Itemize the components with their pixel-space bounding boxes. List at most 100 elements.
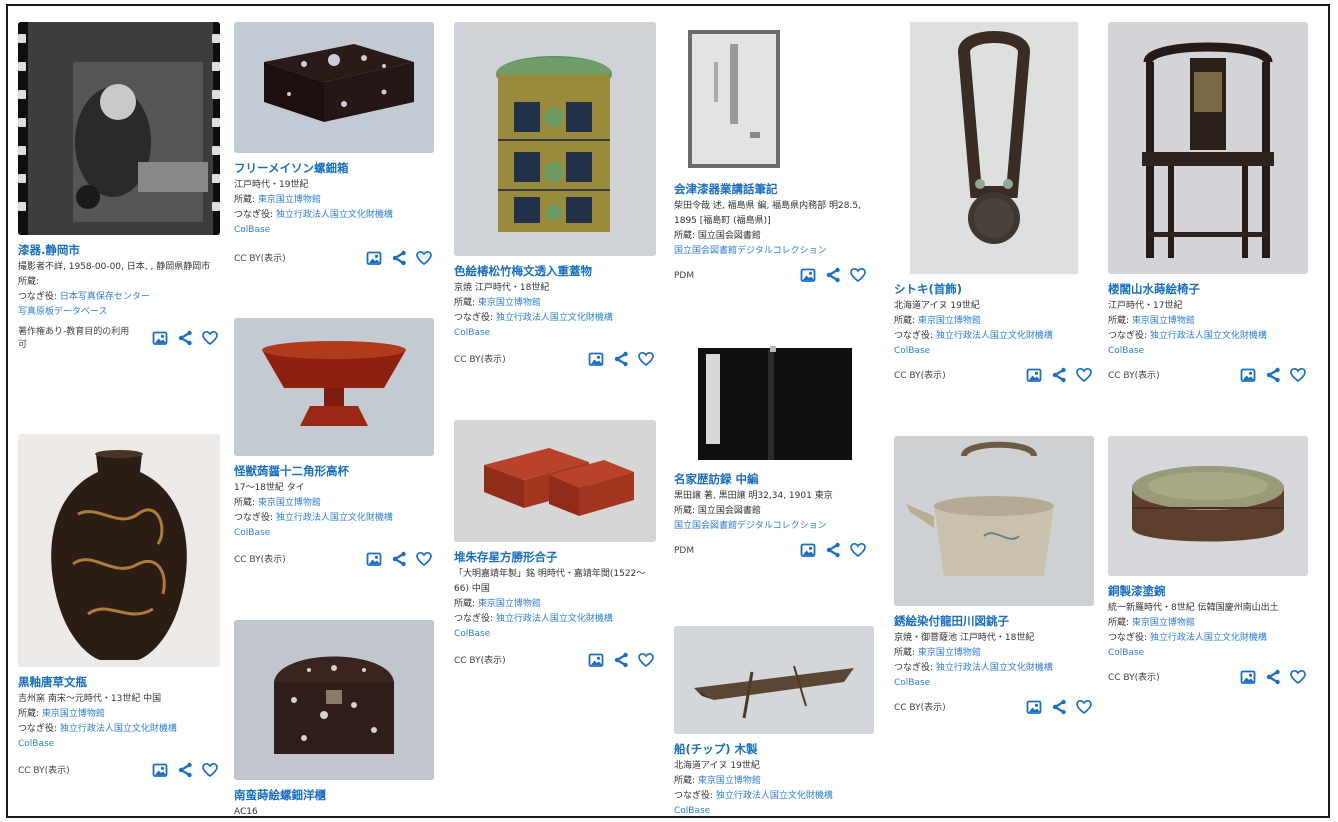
heart-icon[interactable]	[638, 351, 654, 367]
image-search-icon[interactable]	[366, 551, 382, 567]
owner-link[interactable]: 東京国立博物館	[42, 709, 105, 719]
share-icon[interactable]	[391, 250, 407, 266]
share-icon[interactable]	[1051, 367, 1067, 383]
share-icon[interactable]	[391, 551, 407, 567]
heart-icon[interactable]	[850, 542, 866, 558]
thumbnail-image[interactable]	[674, 22, 868, 174]
tsunagi-link[interactable]: 日本写真保存センター	[60, 292, 150, 302]
heart-icon[interactable]	[416, 551, 432, 567]
card-title[interactable]: 堆朱存星方勝形合子	[454, 550, 656, 565]
image-search-icon[interactable]	[800, 267, 816, 283]
collection-link[interactable]: ColBase	[674, 804, 874, 816]
image-search-icon[interactable]	[366, 250, 382, 266]
thumbnail-image[interactable]	[1108, 436, 1308, 576]
tsunagi-link[interactable]: 独立行政法人国立文化財機構	[496, 313, 613, 323]
card-title[interactable]: シトキ(首飾)	[894, 282, 1094, 297]
tsunagi-link[interactable]: 独立行政法人国立文化財機構	[936, 331, 1053, 341]
card-title[interactable]: 楼閣山水蒔絵椅子	[1108, 282, 1308, 297]
thumbnail-image[interactable]	[18, 434, 220, 667]
collection-link[interactable]: ColBase	[234, 223, 434, 238]
share-icon[interactable]	[825, 542, 841, 558]
card-title[interactable]: 黒釉唐草文瓶	[18, 675, 220, 690]
share-icon[interactable]	[613, 351, 629, 367]
collection-link[interactable]: 写真原板データベース	[18, 305, 220, 320]
thumbnail-image[interactable]	[454, 22, 656, 256]
thumbnail-image[interactable]	[454, 420, 656, 542]
collection-link[interactable]: ColBase	[454, 627, 656, 642]
card-title[interactable]: 名家歴訪録 中編	[674, 472, 868, 487]
card-title[interactable]: 怪獣蒟醤十二角形高杯	[234, 464, 434, 479]
heart-icon[interactable]	[638, 652, 654, 668]
collection-link[interactable]: ColBase	[18, 737, 220, 752]
card-title[interactable]: 銹絵染付龍田川図銚子	[894, 614, 1094, 629]
card-title[interactable]: フリーメイソン螺鈿箱	[234, 161, 434, 176]
thumbnail-image[interactable]	[234, 620, 434, 780]
collection-link[interactable]: 国立国会図書館デジタルコレクション	[674, 244, 868, 259]
card-title[interactable]: 漆器.静岡市	[18, 243, 220, 258]
collection-link[interactable]: ColBase	[454, 326, 656, 341]
owner-link[interactable]: 東京国立博物館	[918, 648, 981, 658]
owner-row: 所蔵: 東京国立博物館	[234, 496, 434, 511]
image-search-icon[interactable]	[588, 351, 604, 367]
image-search-icon[interactable]	[1240, 367, 1256, 383]
collection-link[interactable]: ColBase	[894, 344, 1094, 359]
owner-link[interactable]: 東京国立博物館	[258, 195, 321, 205]
owner-link[interactable]: 東京国立博物館	[1132, 316, 1195, 326]
image-search-icon[interactable]	[588, 652, 604, 668]
thumbnail-image[interactable]	[1108, 22, 1308, 274]
result-card: 黒釉唐草文瓶 吉州窯 南宋～元時代・13世紀 中国 所蔵: 東京国立博物館 つな…	[18, 434, 220, 784]
tsunagi-link[interactable]: 独立行政法人国立文化財機構	[1150, 633, 1267, 643]
heart-icon[interactable]	[1076, 367, 1092, 383]
heart-icon[interactable]	[416, 250, 432, 266]
owner-link[interactable]: 東京国立博物館	[698, 776, 761, 786]
thumbnail-image[interactable]	[234, 22, 434, 153]
tsunagi-link[interactable]: 独立行政法人国立文化財機構	[60, 724, 177, 734]
owner-link[interactable]: 東京国立博物館	[918, 316, 981, 326]
tsunagi-link[interactable]: 独立行政法人国立文化財機構	[496, 614, 613, 624]
owner-link[interactable]: 東京国立博物館	[478, 298, 541, 308]
tsunagi-link[interactable]: 独立行政法人国立文化財機構	[1150, 331, 1267, 341]
tsunagi-link[interactable]: 独立行政法人国立文化財機構	[276, 513, 393, 523]
image-search-icon[interactable]	[152, 762, 168, 778]
share-icon[interactable]	[1051, 699, 1067, 715]
tsunagi-link[interactable]: 独立行政法人国立文化財機構	[936, 663, 1053, 673]
collection-link[interactable]: ColBase	[234, 526, 434, 541]
thumbnail-image[interactable]	[674, 344, 868, 464]
thumbnail-image[interactable]	[894, 436, 1094, 606]
heart-icon[interactable]	[202, 330, 218, 346]
share-icon[interactable]	[177, 762, 193, 778]
thumbnail-image[interactable]	[894, 22, 1094, 274]
image-search-icon[interactable]	[800, 542, 816, 558]
image-search-icon[interactable]	[1240, 669, 1256, 685]
collection-link[interactable]: ColBase	[1108, 646, 1308, 661]
image-search-icon[interactable]	[1026, 699, 1042, 715]
heart-icon[interactable]	[1076, 699, 1092, 715]
card-title[interactable]: 色絵椿松竹梅文透入重蓋物	[454, 264, 656, 279]
collection-link[interactable]: 国立国会図書館デジタルコレクション	[674, 519, 868, 534]
share-icon[interactable]	[1265, 669, 1281, 685]
heart-icon[interactable]	[850, 267, 866, 283]
collection-link[interactable]: ColBase	[894, 676, 1094, 691]
card-title[interactable]: 銅製漆塗鋺	[1108, 584, 1308, 599]
owner-link[interactable]: 東京国立博物館	[478, 599, 541, 609]
heart-icon[interactable]	[1290, 367, 1306, 383]
card-title[interactable]: 会津漆器業講話筆記	[674, 182, 868, 197]
thumbnail-image[interactable]	[674, 626, 874, 734]
card-title[interactable]: 船(チップ) 木製	[674, 742, 874, 757]
heart-icon[interactable]	[202, 762, 218, 778]
share-icon[interactable]	[613, 652, 629, 668]
share-icon[interactable]	[177, 330, 193, 346]
image-search-icon[interactable]	[1026, 367, 1042, 383]
owner-link[interactable]: 東京国立博物館	[258, 498, 321, 508]
tsunagi-link[interactable]: 独立行政法人国立文化財機構	[276, 210, 393, 220]
heart-icon[interactable]	[1290, 669, 1306, 685]
tsunagi-link[interactable]: 独立行政法人国立文化財機構	[716, 791, 833, 801]
thumbnail-image[interactable]	[234, 318, 434, 456]
card-title[interactable]: 南蛮蒔絵螺鈿洋櫃	[234, 788, 434, 803]
share-icon[interactable]	[825, 267, 841, 283]
share-icon[interactable]	[1265, 367, 1281, 383]
owner-link[interactable]: 東京国立博物館	[1132, 618, 1195, 628]
image-search-icon[interactable]	[152, 330, 168, 346]
collection-link[interactable]: ColBase	[1108, 344, 1308, 359]
thumbnail-image[interactable]	[18, 22, 220, 235]
